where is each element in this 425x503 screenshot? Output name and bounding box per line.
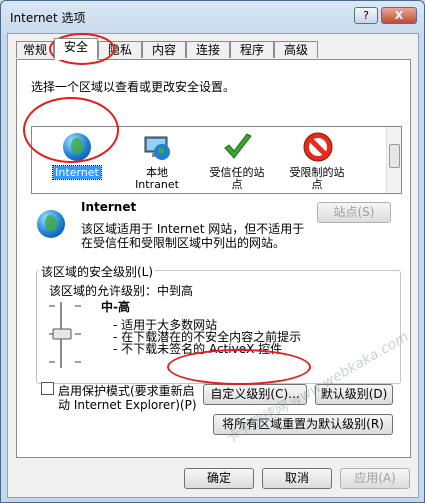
zone-label: Internet xyxy=(52,165,102,180)
ok-button[interactable]: 确定 xyxy=(184,468,254,489)
selected-zone-name: Internet xyxy=(81,200,137,214)
checkmark-icon xyxy=(224,133,252,159)
zone-list-scrollbar[interactable] xyxy=(386,127,401,193)
level-bullet: - 不下载未签名的 ActiveX 控件 xyxy=(113,342,283,356)
zone-trusted-sites[interactable]: 受信任的站 点 xyxy=(200,129,274,191)
zone-local-intranet[interactable]: 本地 Intranet xyxy=(120,129,194,191)
window-title: Internet 选项 xyxy=(10,11,86,25)
selected-zone-globe-icon xyxy=(37,210,65,238)
zone-description-line2: 在受信任和受限制区域中列出的网站。 xyxy=(81,236,286,250)
globe-icon xyxy=(63,133,91,161)
tab-connections[interactable]: 连接 xyxy=(186,41,230,58)
sites-button[interactable]: 站点(S) xyxy=(317,202,391,223)
zone-label: 受信任的站 点 xyxy=(209,166,265,191)
zone-internet[interactable]: Internet xyxy=(40,129,114,191)
zone-restricted-sites[interactable]: 受限制的站 点 xyxy=(280,129,354,191)
help-button[interactable]: ? xyxy=(354,7,378,24)
scrollbar-thumb[interactable] xyxy=(389,144,400,168)
tab-content[interactable]: 内容 xyxy=(142,41,186,58)
security-level-title: 该区域的安全级别(L) xyxy=(39,263,156,280)
tab-advanced[interactable]: 高级 xyxy=(274,41,318,58)
tab-general[interactable]: 常规 xyxy=(16,41,54,58)
close-button[interactable]: X xyxy=(381,7,417,24)
cancel-button[interactable]: 取消 xyxy=(262,468,332,489)
tab-privacy[interactable]: 隐私 xyxy=(98,41,142,58)
security-level-name: 中-高 xyxy=(101,300,130,314)
allowed-levels-text: 该区域的允许级别：中到高 xyxy=(49,284,194,298)
security-level-slider[interactable] xyxy=(47,300,91,370)
tab-programs[interactable]: 程序 xyxy=(230,41,274,58)
no-entry-icon xyxy=(303,132,333,162)
apply-button[interactable]: 应用(A) xyxy=(340,468,410,489)
zone-label: 受限制的站 点 xyxy=(289,166,345,191)
tab-security[interactable]: 安全 xyxy=(54,38,98,60)
protected-mode-label-line2: 动 Internet Explorer)(P) xyxy=(58,398,197,412)
intranet-icon xyxy=(144,136,170,160)
dialog-client: 常规 安全 隐私 内容 连接 程序 高级 选择一个区域以查看或更改安全设置。 I… xyxy=(7,33,419,498)
internet-options-window: Internet 选项 ? X 常规 安全 隐私 内容 连接 程序 高级 选择一… xyxy=(0,0,425,503)
zone-select-prompt: 选择一个区域以查看或更改安全设置。 xyxy=(31,80,236,94)
security-panel: 选择一个区域以查看或更改安全设置。 Internet 本地 Intranet 受… xyxy=(16,59,411,458)
zone-list[interactable]: Internet 本地 Intranet 受信任的站 点 受限制的站 点 xyxy=(31,126,402,194)
zone-label: 本地 Intranet xyxy=(135,166,179,191)
protected-mode-checkbox[interactable] xyxy=(41,382,54,395)
